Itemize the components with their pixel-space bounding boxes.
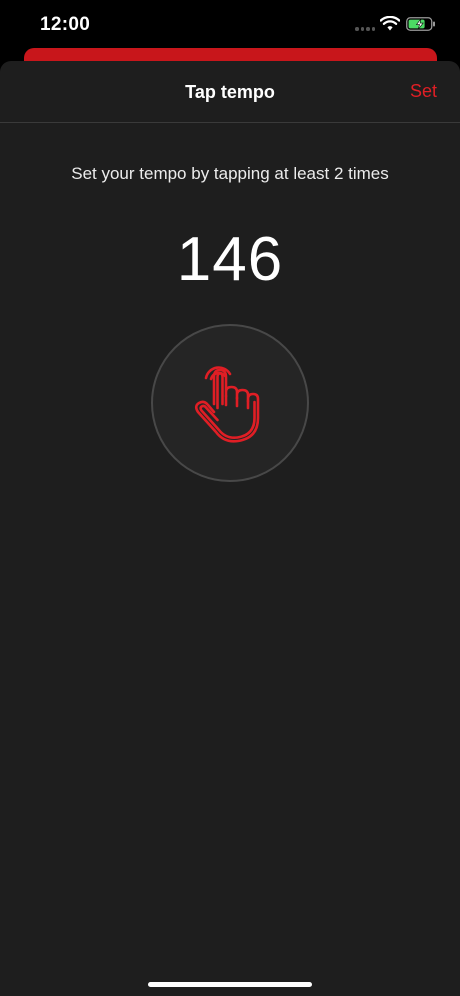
status-bar: 12:00	[0, 0, 460, 50]
battery-charging-icon	[406, 17, 435, 31]
status-time: 12:00	[40, 14, 91, 35]
instruction-text: Set your tempo by tapping at least 2 tim…	[71, 164, 389, 183]
signal-dots-icon	[355, 27, 375, 31]
set-button[interactable]: Set	[410, 81, 437, 102]
screen: 12:00 Tap tempo Set Set your tempo by ta…	[0, 0, 460, 996]
tap-tempo-sheet: Tap tempo Set Set your tempo by tapping …	[0, 61, 460, 996]
tap-button[interactable]	[151, 324, 309, 482]
sheet-header: Tap tempo Set	[0, 61, 460, 123]
tap-hand-icon	[194, 366, 259, 443]
sheet-title: Tap tempo	[185, 82, 275, 102]
home-indicator[interactable]	[148, 982, 312, 987]
tempo-value: 146	[176, 225, 284, 294]
wifi-icon	[380, 16, 400, 31]
